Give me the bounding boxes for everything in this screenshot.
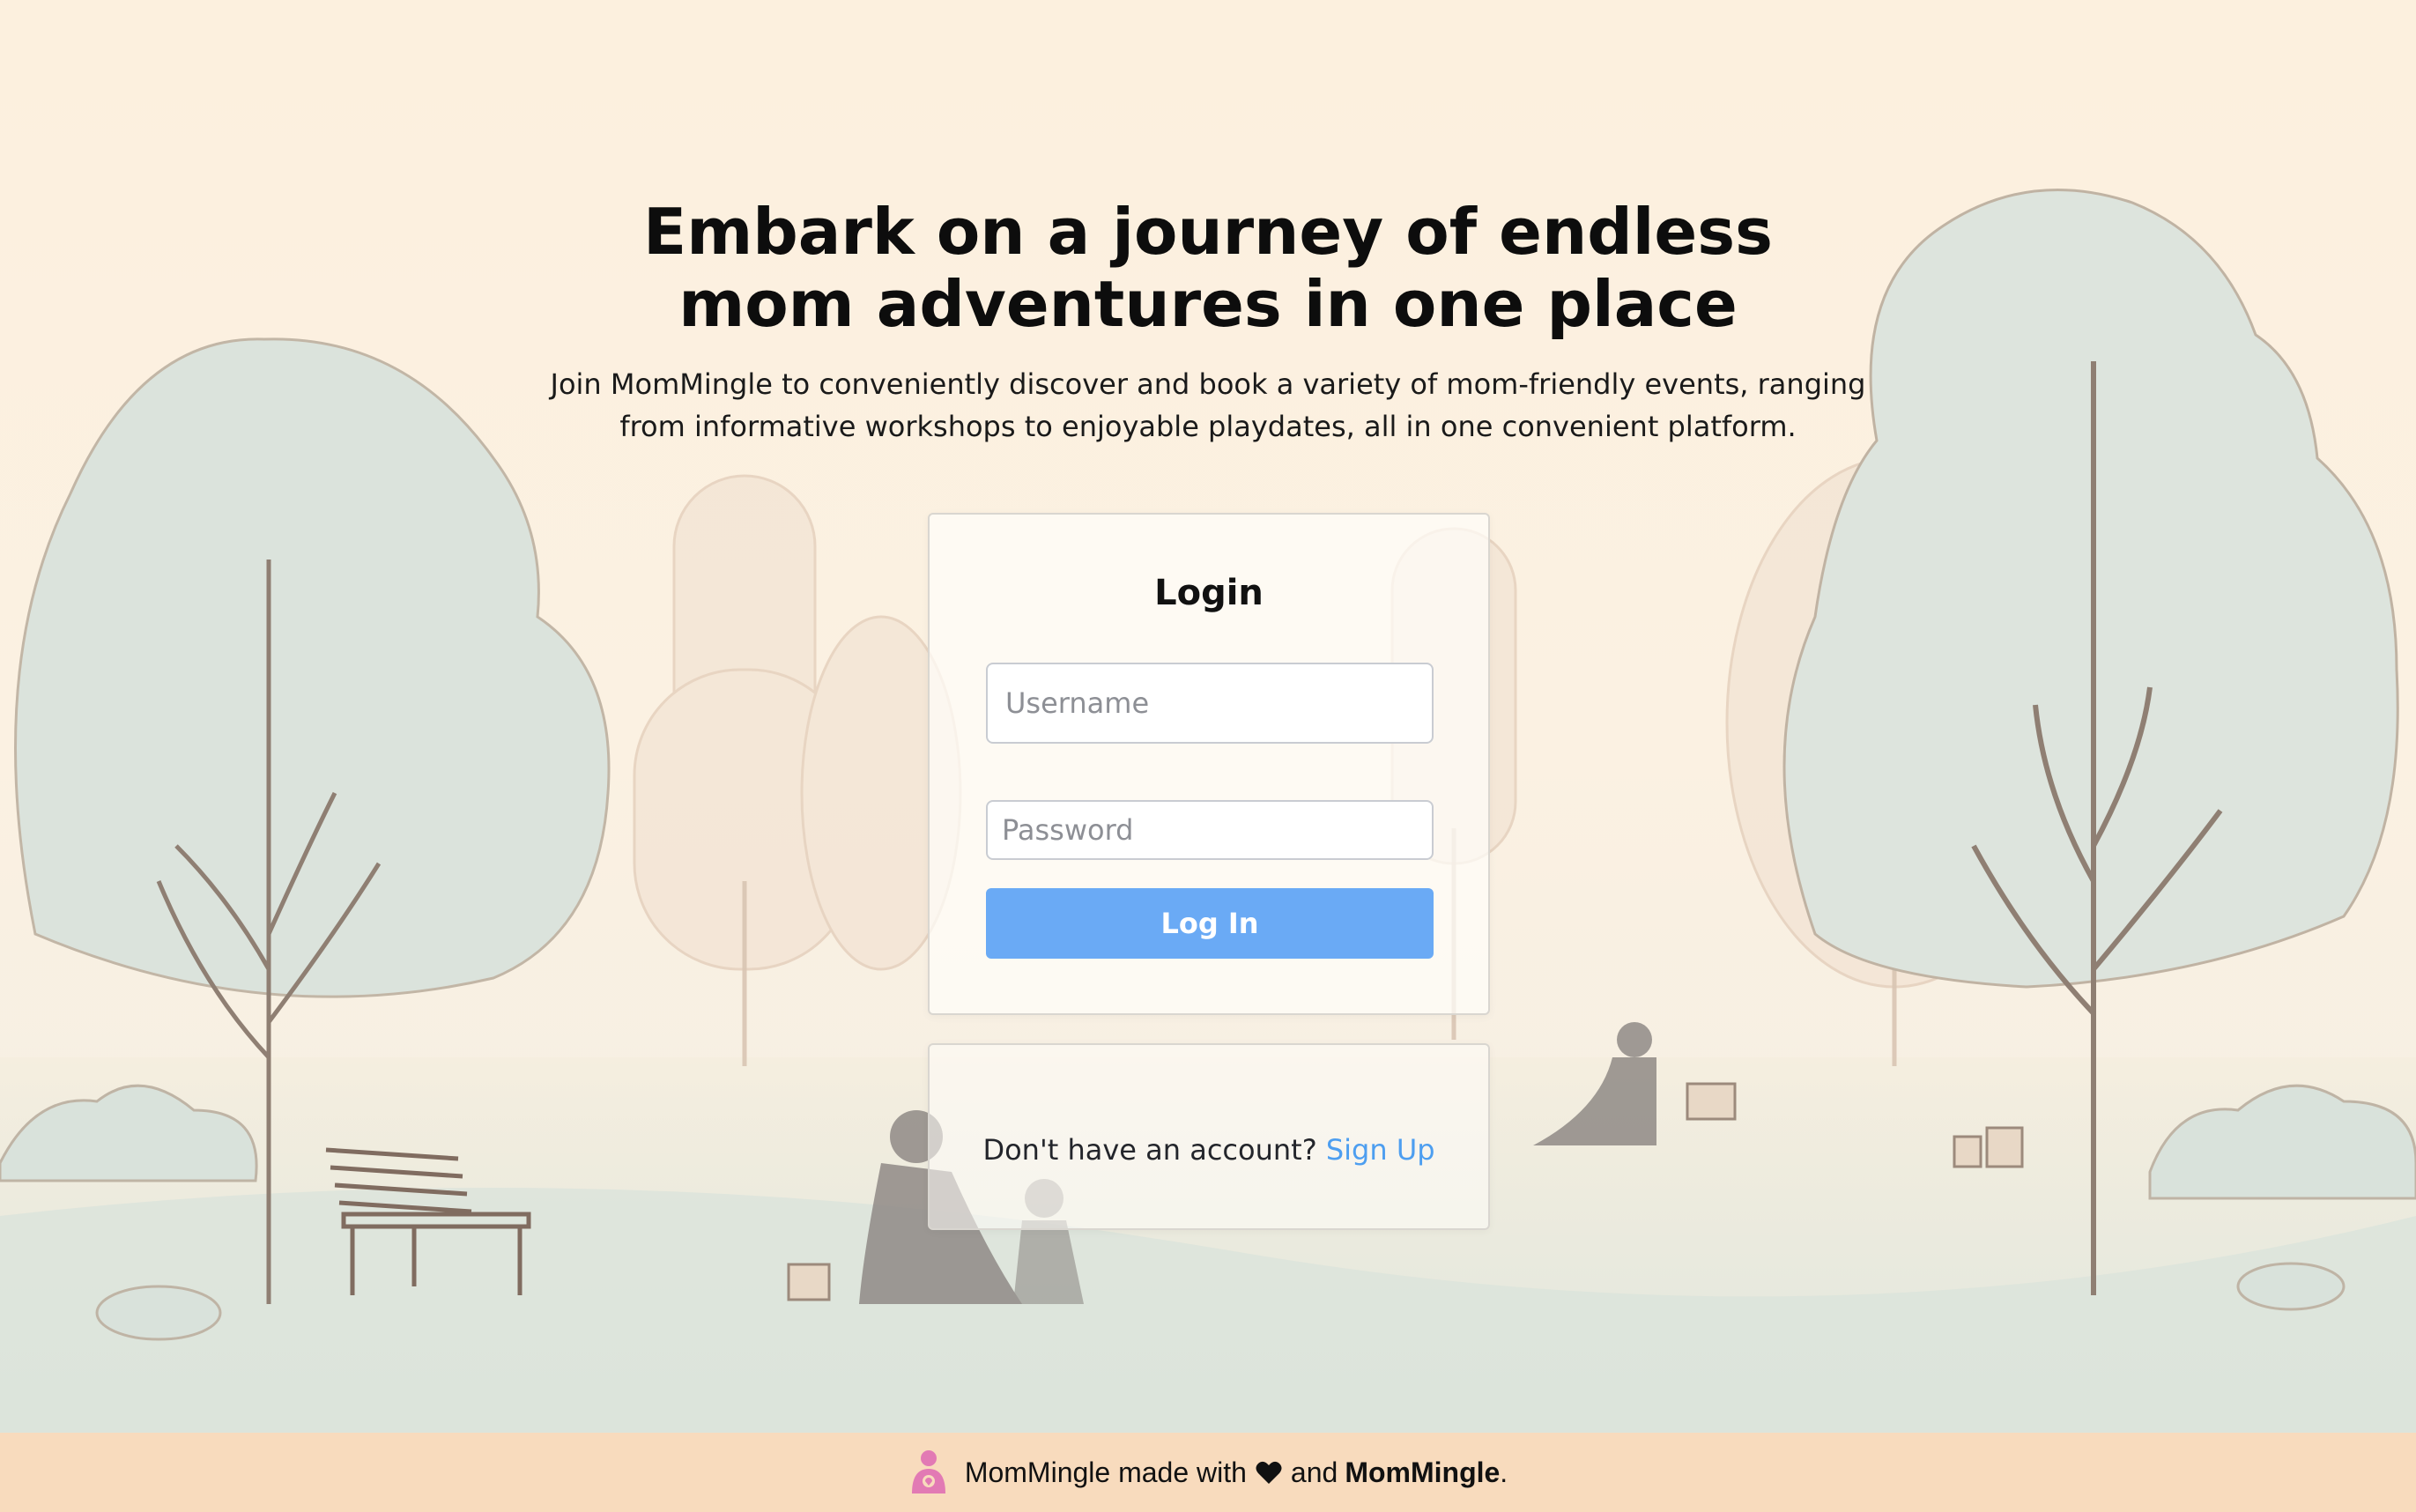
- heart-icon: [1256, 1461, 1282, 1484]
- footer-brand: MomMingle: [1345, 1456, 1501, 1488]
- login-button[interactable]: Log In: [986, 888, 1434, 959]
- hero-section: Embark on a journey of endless mom adven…: [0, 196, 2416, 448]
- username-input[interactable]: [986, 663, 1434, 744]
- login-card: Login Log In: [928, 513, 1490, 1015]
- login-title: Login: [1154, 573, 1264, 613]
- signup-prompt: Don't have an account?: [982, 1133, 1317, 1167]
- page: Embark on a journey of endless mom adven…: [0, 0, 2416, 1512]
- signup-link[interactable]: Sign Up: [1326, 1133, 1435, 1167]
- footer: MomMingle made with and MomMingle .: [0, 1433, 2416, 1512]
- footer-text-and: and: [1290, 1456, 1338, 1488]
- password-input[interactable]: [986, 800, 1434, 860]
- mom-logo-icon: [911, 1450, 945, 1493]
- hero-title: Embark on a journey of endless mom adven…: [643, 195, 1773, 341]
- footer-period: .: [1500, 1456, 1508, 1488]
- hero-description: Join MomMingle to conveniently discover …: [550, 367, 1866, 443]
- footer-text-before: MomMingle made with: [964, 1456, 1247, 1488]
- signup-card: Don't have an account? Sign Up: [928, 1043, 1490, 1230]
- signup-row: Don't have an account? Sign Up: [930, 1133, 1488, 1167]
